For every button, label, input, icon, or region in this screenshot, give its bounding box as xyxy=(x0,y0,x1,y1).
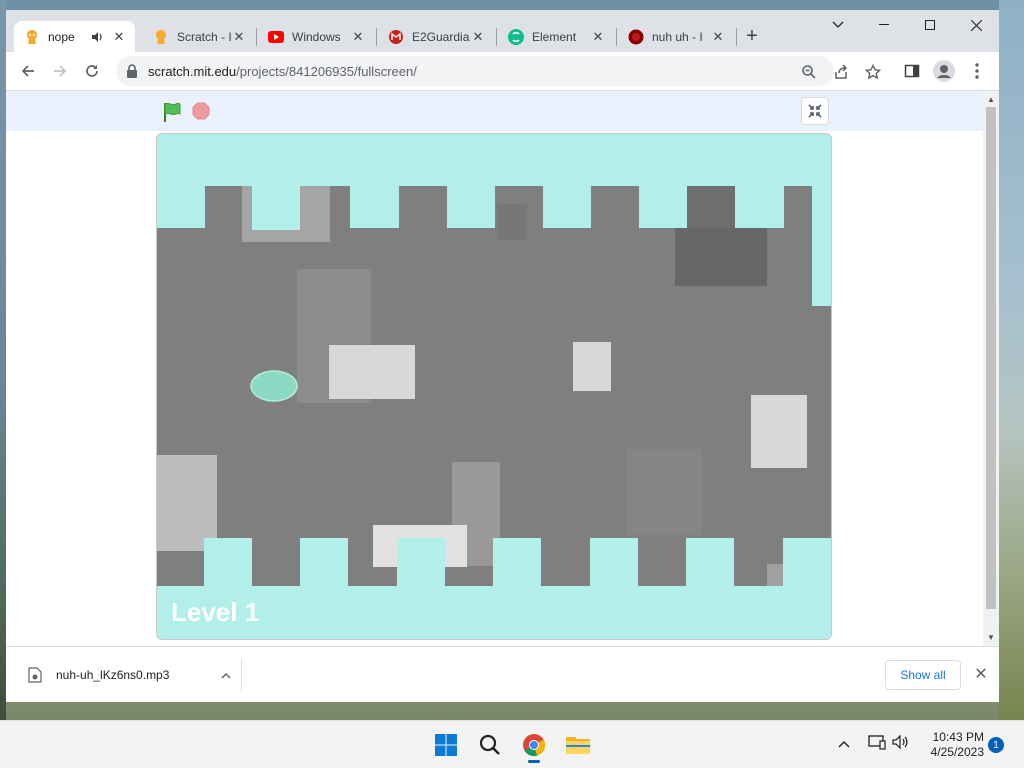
network-icon[interactable] xyxy=(868,734,886,753)
maximize-button[interactable] xyxy=(907,10,953,40)
page-content: Level 1 ▲ ▼ xyxy=(6,90,999,647)
close-tab-icon[interactable]: ✕ xyxy=(231,29,247,45)
address-bar[interactable]: scratch.mit.edu/projects/841206935/fulls… xyxy=(116,56,881,86)
youtube-icon xyxy=(268,29,284,45)
tab-nuh-uh[interactable]: nuh uh - I ✕ xyxy=(618,21,734,52)
tab-separator xyxy=(616,28,617,46)
browser-toolbar: scratch.mit.edu/projects/841206935/fulls… xyxy=(6,52,999,90)
tab-label: E2Guardia xyxy=(412,29,470,44)
chevron-up-icon[interactable] xyxy=(211,668,241,682)
tab-label: Scratch - I xyxy=(177,29,231,44)
collapse-icon xyxy=(808,104,822,118)
level-label: Level 1 xyxy=(171,597,260,627)
tab-separator xyxy=(256,28,257,46)
notification-badge[interactable]: 1 xyxy=(988,737,1004,753)
close-tab-icon[interactable]: ✕ xyxy=(710,29,726,45)
tab-label: nuh uh - I xyxy=(652,29,703,44)
desktop-wallpaper-right xyxy=(999,0,1024,720)
taskbar: 10:43 PM 4/25/2023 1 xyxy=(0,720,1024,768)
chevron-up-icon[interactable] xyxy=(838,736,850,751)
download-bar: nuh-uh_lKz6ns0.mp3 Show all ✕ xyxy=(6,646,999,702)
game-canvas xyxy=(157,134,831,639)
lock-icon[interactable] xyxy=(126,64,138,78)
tab-nope[interactable]: nope ✕ xyxy=(14,21,135,52)
system-clock[interactable]: 10:43 PM 4/25/2023 xyxy=(920,730,984,760)
player-sprite xyxy=(250,370,298,402)
scratch-stage[interactable]: Level 1 xyxy=(156,133,832,640)
audio-file-icon xyxy=(28,667,42,683)
show-all-button[interactable]: Show all xyxy=(885,660,961,690)
exit-fullscreen-button[interactable] xyxy=(801,97,829,125)
speaker-icon[interactable] xyxy=(89,29,105,45)
bookmark-star-icon[interactable] xyxy=(862,61,884,83)
scrollbar-thumb[interactable] xyxy=(986,107,996,609)
forward-button[interactable] xyxy=(46,57,74,85)
tab-element[interactable]: Element ✕ xyxy=(498,21,614,52)
tab-strip: nope ✕ Scratch - I ✕ Windows ✕ E2Guardia… xyxy=(6,10,999,52)
url-text[interactable]: scratch.mit.edu/projects/841206935/fulls… xyxy=(148,64,417,79)
active-app-indicator xyxy=(528,760,540,763)
close-tab-icon[interactable]: ✕ xyxy=(111,29,127,45)
scratch-cat-icon xyxy=(24,29,40,45)
stop-sign-icon[interactable] xyxy=(192,102,210,120)
tab-search-icon[interactable] xyxy=(815,10,861,40)
scratch-controls-bar xyxy=(6,91,983,131)
chrome-icon[interactable] xyxy=(518,729,550,763)
profile-avatar-icon[interactable] xyxy=(930,57,958,85)
reload-button[interactable] xyxy=(78,57,106,85)
minimize-button[interactable] xyxy=(861,10,907,40)
search-icon[interactable] xyxy=(474,729,506,761)
url-path: /projects/841206935/fullscreen/ xyxy=(236,64,417,79)
page-scrollbar[interactable]: ▲ ▼ xyxy=(983,91,999,647)
new-tab-button[interactable]: + xyxy=(740,24,764,48)
right-wall-gap xyxy=(812,186,831,306)
zoom-icon[interactable] xyxy=(798,61,820,83)
close-tab-icon[interactable]: ✕ xyxy=(590,29,606,45)
clock-time: 10:43 PM xyxy=(932,730,984,744)
file-explorer-icon[interactable] xyxy=(562,729,594,761)
tab-label: Windows xyxy=(292,29,341,44)
tab-label: Element xyxy=(532,29,577,44)
tab-separator xyxy=(496,28,497,46)
green-flag-icon[interactable] xyxy=(161,101,183,123)
close-tab-icon[interactable]: ✕ xyxy=(470,29,486,45)
scroll-up-icon[interactable]: ▲ xyxy=(987,95,995,104)
more-menu-icon[interactable] xyxy=(963,57,991,85)
close-window-button[interactable] xyxy=(953,10,999,40)
gmail-icon xyxy=(388,29,404,45)
share-icon[interactable] xyxy=(830,61,852,83)
tab-youtube[interactable]: Windows ✕ xyxy=(258,21,374,52)
close-download-bar-icon[interactable]: ✕ xyxy=(970,663,992,685)
browser-window: nope ✕ Scratch - I ✕ Windows ✕ E2Guardia… xyxy=(6,10,999,702)
clock-date: 4/25/2023 xyxy=(930,745,984,759)
download-file-name: nuh-uh_lKz6ns0.mp3 xyxy=(56,668,170,682)
scratch-cat-icon xyxy=(153,29,169,45)
tab-scratch[interactable]: Scratch - I ✕ xyxy=(143,21,255,52)
volume-icon[interactable] xyxy=(892,734,910,753)
scroll-down-icon[interactable]: ▼ xyxy=(987,633,995,642)
side-panel-icon[interactable] xyxy=(898,57,926,85)
download-item[interactable]: nuh-uh_lKz6ns0.mp3 xyxy=(22,659,242,691)
element-icon xyxy=(508,28,524,45)
red-circle-icon xyxy=(628,29,644,45)
tab-label: nope xyxy=(48,29,75,44)
url-host: scratch.mit.edu xyxy=(148,64,237,79)
tab-e2guardian[interactable]: E2Guardia ✕ xyxy=(378,21,494,52)
close-tab-icon[interactable]: ✕ xyxy=(350,29,366,45)
windows-start-icon[interactable] xyxy=(430,729,462,761)
tab-separator xyxy=(736,28,737,46)
tab-separator xyxy=(376,28,377,46)
back-button[interactable] xyxy=(14,57,42,85)
